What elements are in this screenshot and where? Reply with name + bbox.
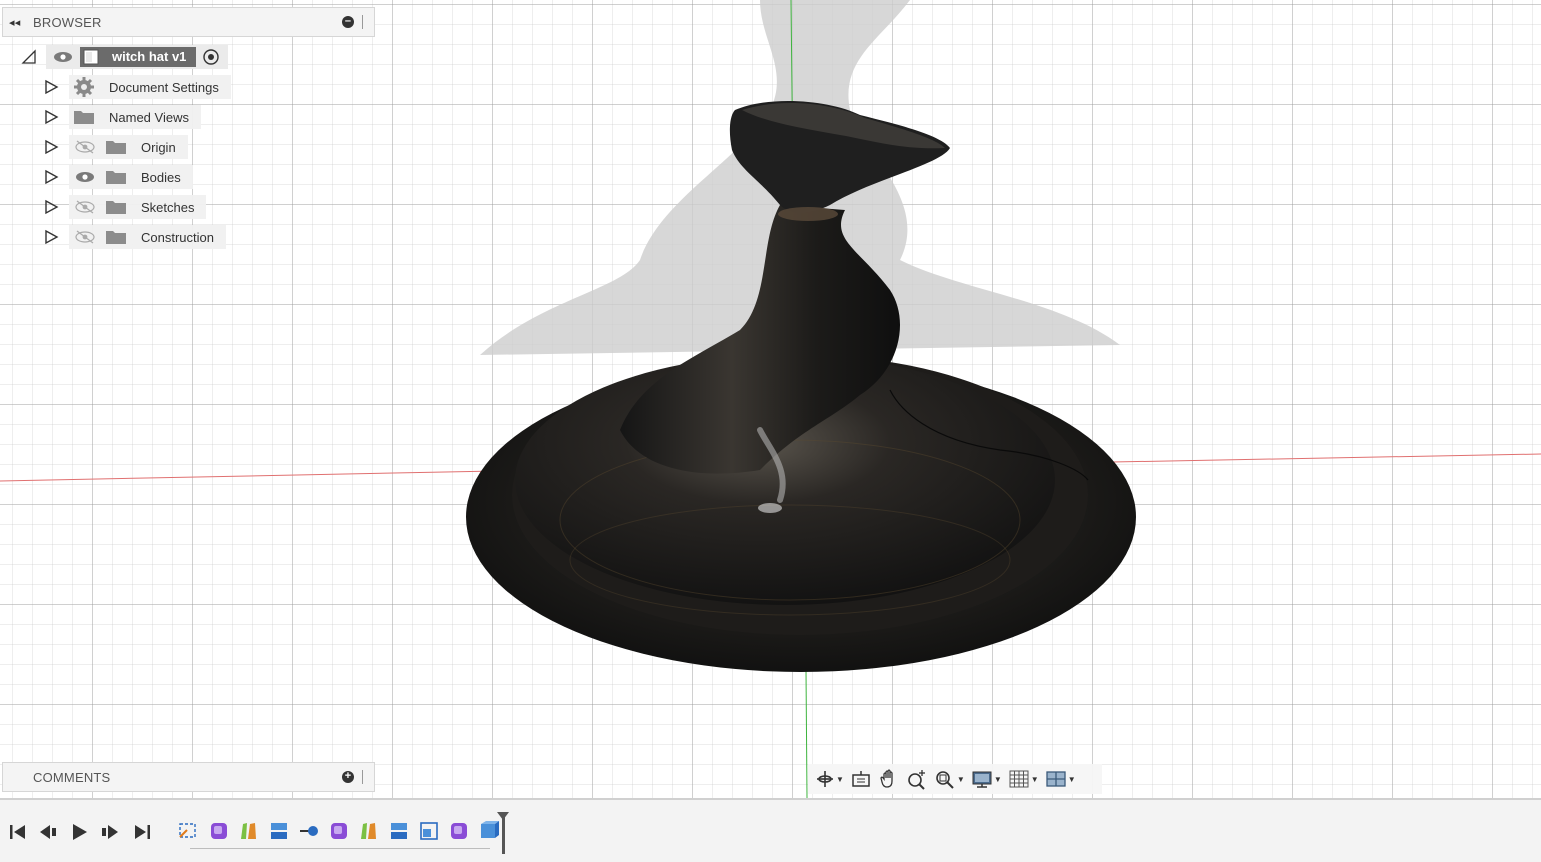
folder-icon: [106, 231, 126, 244]
tree-item-named-views[interactable]: Named Views: [42, 105, 201, 129]
tree-item-label: Sketches: [141, 199, 195, 215]
zoom-tool[interactable]: [906, 768, 928, 790]
x-axis-line-right: [1059, 453, 1541, 464]
grid-settings-icon: [1009, 770, 1029, 788]
display-settings-icon: [972, 771, 992, 788]
activate-radio-icon[interactable]: [200, 48, 222, 66]
step-forward-icon[interactable]: [100, 822, 120, 842]
canvas-viewport[interactable]: [0, 0, 1541, 798]
play-icon[interactable]: [69, 822, 89, 842]
collapse-triangle-icon[interactable]: [20, 48, 38, 66]
extrude-feature-icon[interactable]: [478, 820, 500, 842]
extrude-feature-icon[interactable]: [388, 820, 410, 842]
chevron-down-icon[interactable]: ▼: [1031, 775, 1039, 784]
tree-item-construction[interactable]: Construction: [42, 225, 226, 249]
browser-title: BROWSER: [33, 14, 102, 30]
combine-feature-icon[interactable]: [298, 820, 320, 842]
comments-panel-header: COMMENTS +: [2, 762, 375, 792]
collapse-panel-icon[interactable]: ◂◂: [9, 16, 27, 29]
chevron-down-icon[interactable]: ▼: [957, 775, 965, 784]
display-settings-tool[interactable]: ▼: [971, 769, 1002, 789]
skip-to-start-icon[interactable]: [8, 822, 28, 842]
form-feature-icon[interactable]: [328, 820, 350, 842]
expand-triangle-icon[interactable]: [42, 168, 60, 186]
fit-icon: [936, 771, 954, 789]
expand-triangle-icon[interactable]: [42, 228, 60, 246]
extrude-feature-icon[interactable]: [268, 820, 290, 842]
form-feature-icon[interactable]: [448, 820, 470, 842]
tree-item-label: Bodies: [141, 169, 181, 185]
gear-icon: [74, 77, 94, 97]
eye-hidden-icon[interactable]: [73, 139, 97, 155]
component-icon: [83, 49, 99, 65]
timeline-marker[interactable]: [502, 814, 505, 854]
browser-panel-header: ◂◂ BROWSER –: [2, 7, 375, 37]
expand-triangle-icon[interactable]: [42, 138, 60, 156]
shell-feature-icon[interactable]: [418, 820, 440, 842]
comments-title: COMMENTS: [33, 769, 111, 785]
tree-item-origin[interactable]: Origin: [42, 135, 188, 159]
viewports-icon: [1046, 771, 1066, 787]
tree-item-label: Origin: [141, 139, 176, 155]
folder-icon: [106, 141, 126, 154]
chevron-down-icon[interactable]: ▼: [994, 775, 1002, 784]
tree-item-sketches[interactable]: Sketches: [42, 195, 207, 219]
expand-triangle-icon[interactable]: [42, 108, 60, 126]
loft-feature-icon[interactable]: [238, 820, 260, 842]
navigation-bar: ▼ ▼ ▼ ▼ ▼: [808, 764, 1102, 794]
eye-hidden-icon[interactable]: [73, 229, 97, 245]
orbit-icon: [817, 771, 833, 787]
tree-item-label: Construction: [141, 229, 214, 245]
look-at-tool[interactable]: [850, 769, 872, 789]
grid-settings-tool[interactable]: ▼: [1008, 769, 1039, 789]
chevron-down-icon[interactable]: ▼: [1068, 775, 1076, 784]
fit-tool[interactable]: ▼: [934, 768, 965, 790]
timeline-track: [190, 848, 490, 849]
minimize-panel-button[interactable]: –: [342, 16, 354, 28]
folder-icon: [106, 171, 126, 184]
viewports-tool[interactable]: ▼: [1045, 769, 1076, 789]
tree-item-document-settings[interactable]: Document Settings: [42, 75, 231, 99]
timeline: [0, 798, 1541, 862]
pan-icon: [880, 769, 893, 788]
skip-to-end-icon[interactable]: [132, 822, 152, 842]
orbit-tool[interactable]: ▼: [815, 769, 844, 789]
panel-grip-handle[interactable]: [362, 15, 368, 29]
expand-triangle-icon[interactable]: [42, 198, 60, 216]
pan-tool[interactable]: [878, 768, 900, 790]
step-back-icon[interactable]: [38, 822, 58, 842]
add-comment-button[interactable]: +: [342, 771, 354, 783]
expand-triangle-icon[interactable]: [42, 78, 60, 96]
chevron-down-icon[interactable]: ▼: [836, 775, 844, 784]
sketch-feature-icon[interactable]: [177, 820, 199, 842]
y-axis-line-lower: [805, 669, 808, 798]
form-feature-icon[interactable]: [208, 820, 230, 842]
panel-grip-handle[interactable]: [362, 770, 368, 784]
look-at-icon: [852, 771, 870, 787]
tree-item-bodies[interactable]: Bodies: [42, 165, 193, 189]
loft-feature-icon[interactable]: [358, 820, 380, 842]
folder-icon: [74, 111, 94, 124]
folder-icon: [106, 201, 126, 214]
tree-item-label: Named Views: [109, 109, 189, 125]
x-axis-line: [0, 469, 546, 482]
model-scene: [0, 0, 1541, 798]
tree-item-label: Document Settings: [109, 79, 219, 95]
tree-root-row[interactable]: witch hat v1: [20, 45, 229, 69]
eye-icon[interactable]: [52, 50, 74, 64]
zoom-icon: [908, 770, 925, 790]
eye-icon[interactable]: [73, 169, 97, 185]
root-component-label: witch hat v1: [102, 47, 197, 67]
eye-hidden-icon[interactable]: [73, 199, 97, 215]
